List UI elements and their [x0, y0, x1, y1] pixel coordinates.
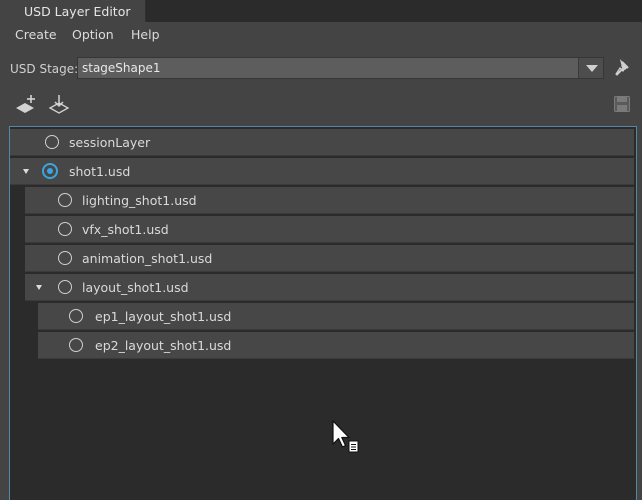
layer-name: animation_shot1.usd [82, 251, 213, 266]
layer-row-session[interactable]: sessionLayer [10, 129, 634, 156]
target-layer-active-icon[interactable] [42, 163, 58, 179]
tab-bar: USD Layer Editor [0, 0, 642, 22]
layer-name: shot1.usd [69, 164, 131, 179]
target-layer-radio-icon[interactable] [69, 338, 83, 352]
layer-name: sessionLayer [69, 135, 151, 150]
expand-arrow-icon[interactable] [23, 169, 29, 174]
layer-tree[interactable]: sessionLayer shot1.usd lighting_shot1.us… [9, 126, 637, 500]
add-layer-icon[interactable] [14, 94, 38, 116]
mouse-cursor-icon [332, 420, 362, 461]
layer-name: ep1_layout_shot1.usd [95, 309, 232, 324]
menu-bar: Create Option Help [0, 22, 642, 48]
layer-row-animation[interactable]: animation_shot1.usd [25, 245, 634, 272]
layer-row-lighting[interactable]: lighting_shot1.usd [25, 187, 634, 214]
tab-usd-layer-editor[interactable]: USD Layer Editor [0, 0, 146, 22]
target-layer-radio-icon[interactable] [58, 280, 72, 294]
load-layer-icon[interactable] [47, 94, 71, 116]
pin-icon[interactable] [613, 58, 633, 78]
usd-stage-value: stageShape1 [82, 61, 161, 75]
layer-row-vfx[interactable]: vfx_shot1.usd [25, 216, 634, 243]
layer-row-layout[interactable]: layout_shot1.usd [25, 274, 634, 301]
layer-name: lighting_shot1.usd [82, 193, 197, 208]
layer-name: vfx_shot1.usd [82, 222, 169, 237]
target-layer-radio-icon[interactable] [58, 193, 72, 207]
menu-help[interactable]: Help [131, 27, 160, 42]
layer-row-shot1[interactable]: shot1.usd [10, 158, 634, 185]
chevron-down-icon [586, 65, 598, 72]
target-layer-radio-icon[interactable] [58, 251, 72, 265]
layer-row-ep1-layout[interactable]: ep1_layout_shot1.usd [38, 303, 634, 330]
menu-option[interactable]: Option [72, 27, 114, 42]
layer-row-ep2-layout[interactable]: ep2_layout_shot1.usd [38, 332, 634, 359]
usd-stage-label: USD Stage: [10, 62, 79, 76]
save-icon[interactable] [613, 95, 631, 113]
layer-name: ep2_layout_shot1.usd [95, 338, 232, 353]
target-layer-radio-icon[interactable] [69, 309, 83, 323]
target-layer-radio-icon[interactable] [45, 135, 59, 149]
layer-name: layout_shot1.usd [82, 280, 189, 295]
expand-arrow-icon[interactable] [36, 285, 42, 290]
menu-create[interactable]: Create [15, 27, 57, 42]
target-layer-radio-icon[interactable] [58, 222, 72, 236]
dropdown-arrow-button[interactable] [578, 58, 603, 78]
usd-stage-dropdown[interactable]: stageShape1 [77, 57, 604, 79]
